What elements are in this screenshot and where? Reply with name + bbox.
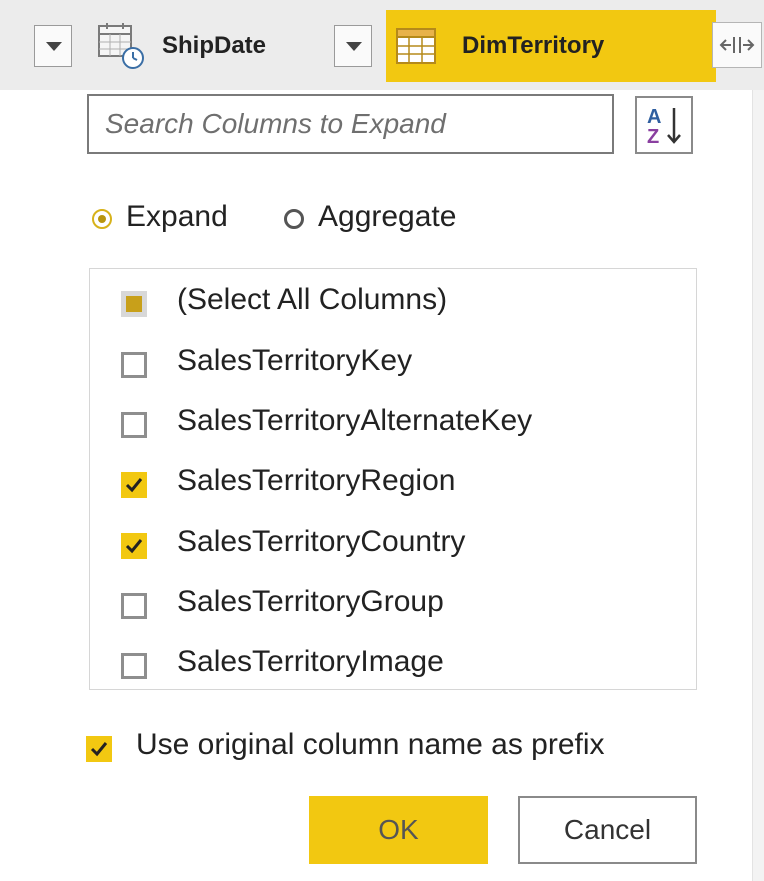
ok-button[interactable]: OK [309,796,488,864]
column-option-label: SalesTerritoryKey [177,344,413,377]
chevron-down-icon [46,42,62,51]
column-header-strip: ShipDate DimTerritory [0,0,764,91]
svg-text:A: A [647,106,661,128]
expand-column-icon [719,37,755,53]
column-name: ShipDate [162,32,267,59]
expand-column-button[interactable] [712,22,762,68]
columns-checklist[interactable]: (Select All Columns) SalesTerritoryKey S… [89,268,697,690]
sort-az-icon: A Z [647,106,681,148]
checkbox-checked-icon [86,736,112,762]
column-option-label: SalesTerritoryImage [177,645,444,678]
shipdate-filter-dropdown[interactable] [34,25,72,67]
radio-label: Expand [126,200,228,233]
column-name: DimTerritory [462,32,605,59]
use-prefix-checkbox[interactable]: Use original column name as prefix [86,728,706,772]
table-icon [396,28,436,64]
column-header-dimterritory[interactable]: DimTerritory [386,10,716,82]
column-option-label: SalesTerritoryGroup [177,585,444,618]
checkbox-unchecked-icon [121,412,147,438]
use-prefix-label: Use original column name as prefix [136,728,605,761]
radio-expand[interactable]: Expand [92,200,262,240]
radio-aggregate[interactable]: Aggregate [284,200,504,240]
checkbox-unchecked-icon [121,593,147,619]
checkbox-checked-icon [121,472,147,498]
chevron-down-icon [346,42,362,51]
svg-text:Z: Z [647,126,659,148]
calendar-clock-icon [98,23,144,69]
column-option-label: SalesTerritoryAlternateKey [177,404,533,437]
grid-edge [752,90,764,881]
checkbox-checked-icon [121,533,147,559]
cancel-button[interactable]: Cancel [518,796,697,864]
radio-selected-icon [92,209,112,229]
dimterritory-filter-dropdown[interactable] [334,25,372,67]
search-columns-input[interactable] [87,94,614,154]
checkbox-unchecked-icon [121,352,147,378]
radio-unselected-icon [284,209,304,229]
sort-az-button[interactable]: A Z [635,96,693,154]
radio-label: Aggregate [318,200,457,233]
column-option-label: SalesTerritoryCountry [177,525,466,558]
partial-checkbox-icon [121,291,147,317]
column-option-label: (Select All Columns) [177,283,448,316]
checkbox-unchecked-icon [121,653,147,679]
column-header-shipdate[interactable]: ShipDate [90,10,325,82]
column-option-label: SalesTerritoryRegion [177,464,456,497]
